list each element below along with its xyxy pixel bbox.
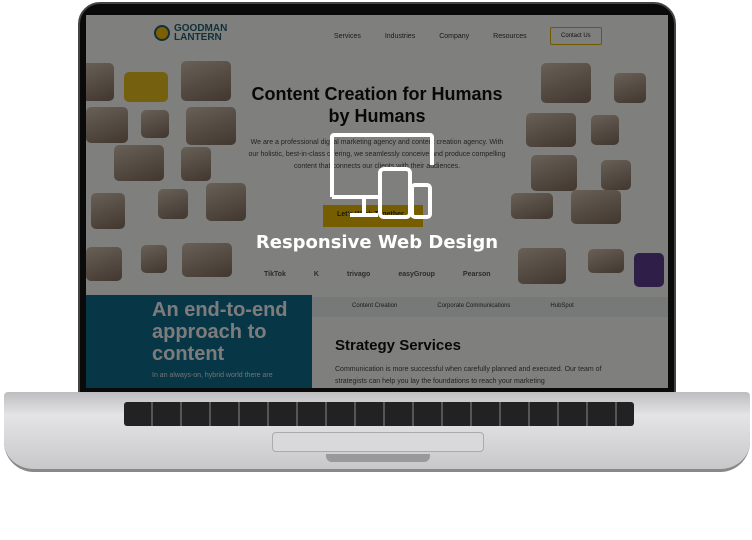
overlay: Responsive Web Design bbox=[246, 131, 508, 253]
responsive-devices-icon bbox=[330, 133, 434, 219]
overlay-title: Responsive Web Design bbox=[255, 232, 499, 253]
laptop-base bbox=[4, 392, 750, 472]
lid-notch bbox=[326, 454, 430, 462]
trackpad bbox=[272, 432, 484, 452]
keyboard bbox=[124, 402, 634, 426]
laptop-screen: GOODMAN LANTERN Services Industries Comp… bbox=[86, 15, 668, 388]
